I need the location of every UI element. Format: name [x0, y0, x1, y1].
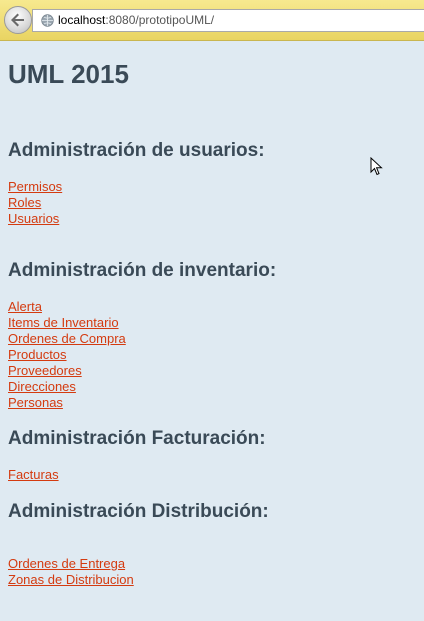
link-proveedores[interactable]: Proveedores: [8, 363, 82, 379]
back-arrow-icon: [11, 13, 24, 27]
link-personas[interactable]: Personas: [8, 395, 63, 411]
link-direcciones[interactable]: Direcciones: [8, 379, 76, 395]
link-zonas-distribucion[interactable]: Zonas de Distribucion: [8, 572, 134, 588]
section-heading-distribucion: Administración Distribución:: [8, 501, 269, 522]
globe-icon: [41, 14, 54, 27]
section-heading-facturacion: Administración Facturación:: [8, 428, 266, 449]
url-path: :8080/prototipoUML/: [105, 13, 215, 27]
link-productos[interactable]: Productos: [8, 347, 67, 363]
browser-toolbar: localhost:8080/prototipoUML/: [0, 0, 424, 41]
link-items-inventario[interactable]: Items de Inventario: [8, 315, 119, 331]
link-ordenes-entrega[interactable]: Ordenes de Entrega: [8, 556, 125, 572]
section-heading-usuarios: Administración de usuarios:: [8, 140, 265, 161]
mouse-cursor-icon: [370, 157, 383, 176]
back-button[interactable]: [4, 6, 32, 34]
link-roles[interactable]: Roles: [8, 195, 41, 211]
section-heading-inventario: Administración de inventario:: [8, 260, 277, 281]
link-facturas[interactable]: Facturas: [8, 467, 59, 483]
link-usuarios[interactable]: Usuarios: [8, 211, 59, 227]
link-alerta[interactable]: Alerta: [8, 299, 42, 315]
address-bar[interactable]: localhost:8080/prototipoUML/: [32, 9, 424, 32]
page-title: UML 2015: [8, 59, 129, 89]
link-permisos[interactable]: Permisos: [8, 179, 62, 195]
url-host: localhost: [58, 13, 106, 27]
link-ordenes-compra[interactable]: Ordenes de Compra: [8, 331, 126, 347]
url-text: localhost:8080/prototipoUML/: [58, 13, 214, 27]
